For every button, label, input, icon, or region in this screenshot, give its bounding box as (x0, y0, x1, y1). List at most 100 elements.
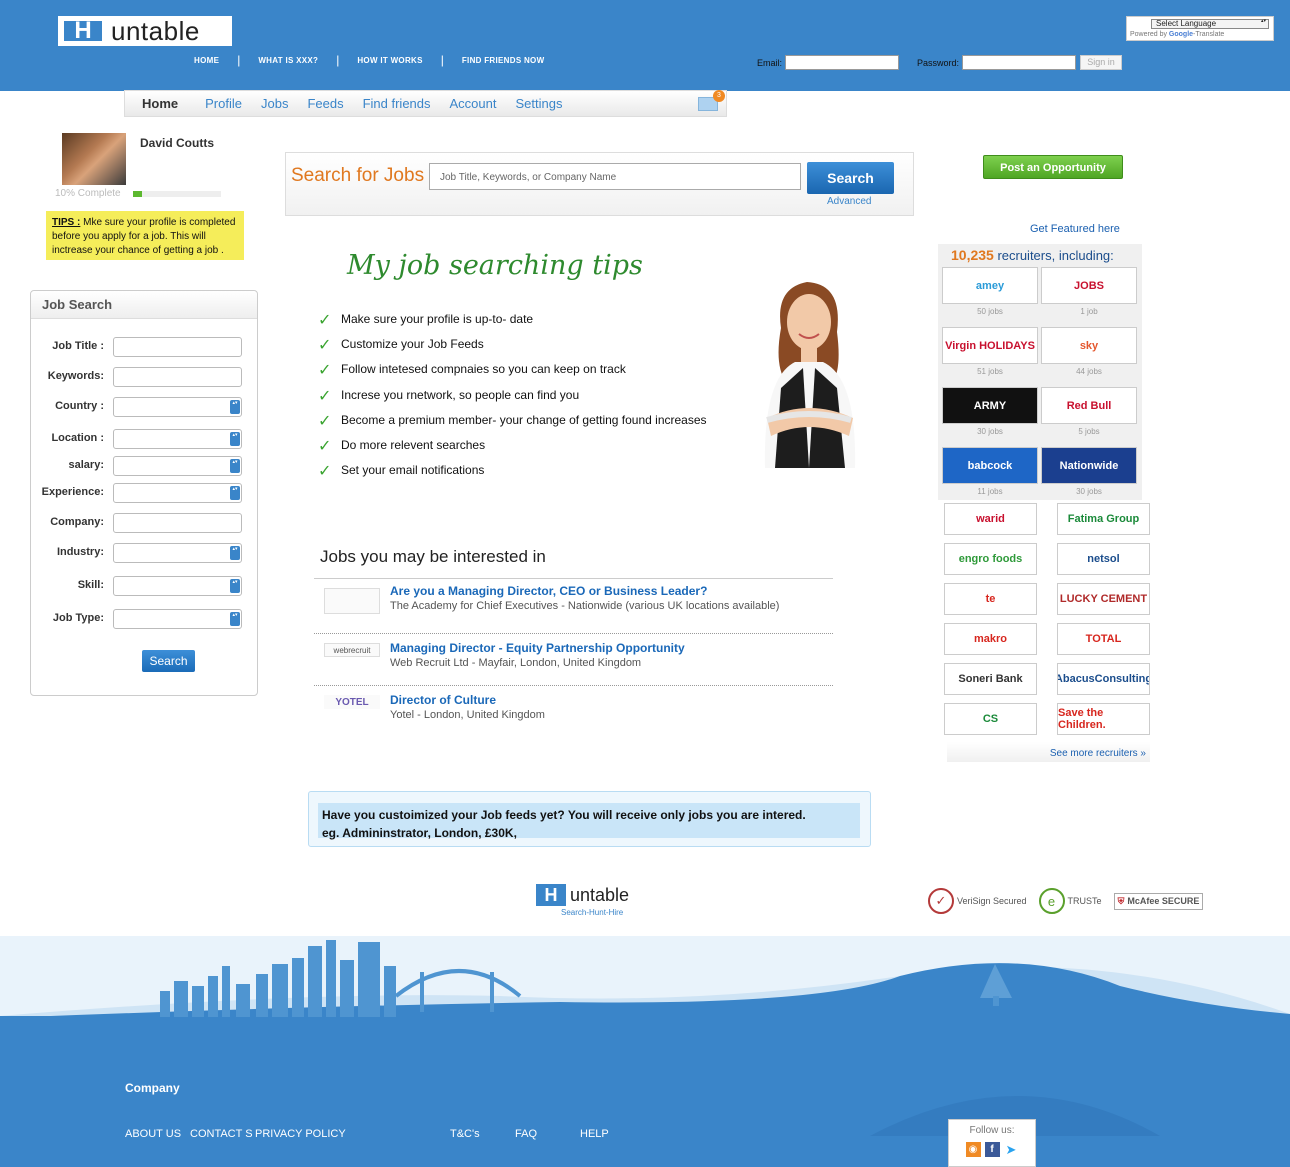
recruiter-tile[interactable]: JOBS (1041, 267, 1137, 304)
job-title-link[interactable]: Director of Culture (390, 693, 496, 707)
twitter-icon[interactable]: ➤ (1003, 1142, 1019, 1157)
recruiter-tile[interactable]: Virgin HOLIDAYS (942, 327, 1038, 364)
nav-home[interactable]: HOME (180, 56, 233, 65)
recruiter-jobs-count[interactable]: 30 jobs (942, 427, 1038, 436)
job-search-input[interactable] (113, 367, 242, 387)
job-search-input[interactable] (113, 337, 242, 357)
signin-button[interactable]: Sign in (1080, 55, 1123, 70)
tip-text: Become a premium member- your change of … (341, 412, 707, 427)
get-featured-link[interactable]: Get Featured here (1030, 223, 1120, 235)
footer-contact-link[interactable]: CONTACT S (190, 1128, 253, 1140)
job-search-select[interactable] (113, 456, 242, 476)
truste-seal[interactable]: e TRUSTe (1038, 888, 1102, 914)
tab-find-friends[interactable]: Find friends (363, 96, 431, 111)
mail-icon[interactable]: 3 (698, 90, 725, 111)
job-search-input[interactable] (113, 513, 242, 533)
mcafee-seal[interactable]: ⛨ McAfee SECURE (1113, 892, 1204, 910)
recruiter-logo[interactable]: netsol (1057, 543, 1150, 575)
recruiter-tile[interactable]: sky (1041, 327, 1137, 364)
recruiters-label: recruiters, including: (993, 248, 1114, 263)
footer-help-link[interactable]: HELP (580, 1128, 609, 1140)
job-item[interactable]: YOTEL Director of Culture Yotel - London… (314, 693, 833, 729)
nav-find-friends[interactable]: FIND FRIENDS NOW (448, 56, 559, 65)
post-opportunity-button[interactable]: Post an Opportunity (983, 155, 1123, 179)
job-search-button[interactable]: Search (142, 650, 195, 672)
job-search-select[interactable] (113, 429, 242, 449)
recruiter-logo[interactable]: Soneri Bank (944, 663, 1037, 695)
recruiter-tile[interactable]: Red Bull (1041, 387, 1137, 424)
verisign-seal[interactable]: ✓ VeriSign Secured (928, 888, 1027, 914)
recruiter-logo[interactable]: makro (944, 623, 1037, 655)
footer-faq-link[interactable]: FAQ (515, 1128, 537, 1140)
language-select[interactable]: Select Language (1151, 19, 1269, 29)
recruiter-jobs-count[interactable]: 5 jobs (1041, 427, 1137, 436)
job-search-select[interactable] (113, 483, 242, 503)
see-more-recruiters-link[interactable]: See more recruiters » (947, 742, 1150, 762)
check-icon: ✓ (928, 888, 954, 914)
job-logo: webrecruit (324, 643, 380, 657)
recruiter-logo[interactable]: warid (944, 503, 1037, 535)
checkmark-icon: ✓ (318, 337, 332, 355)
recruiter-tile[interactable]: amey (942, 267, 1038, 304)
recruiter-logo[interactable]: LUCKY CEMENT (1057, 583, 1150, 615)
job-logo (324, 588, 380, 614)
recruiter-jobs-count[interactable]: 51 jobs (942, 367, 1038, 376)
job-item[interactable]: webrecruit Managing Director - Equity Pa… (314, 641, 833, 686)
tab-home[interactable]: Home (142, 96, 178, 111)
recruiter-logo[interactable]: AbacusConsulting (1057, 663, 1150, 695)
recruiter-jobs-count[interactable]: 1 job (1041, 307, 1137, 316)
profile-complete-label: 10% Complete (55, 188, 121, 199)
footer-privacy-link[interactable]: PRIVACY POLICY (255, 1128, 346, 1140)
rss-icon[interactable]: ◉ (965, 1142, 981, 1157)
password-label: Password: (917, 57, 960, 68)
site-logo[interactable]: H untable (58, 16, 232, 46)
follow-us-box: Follow us: ◉ f ➤ (948, 1119, 1036, 1167)
recruiter-logo[interactable]: engro foods (944, 543, 1037, 575)
footer-logo[interactable]: H untable (536, 884, 629, 906)
facebook-icon[interactable]: f (984, 1142, 1000, 1157)
tab-feeds[interactable]: Feeds (307, 96, 343, 111)
job-search-field-label: Experience: (41, 486, 104, 498)
recruiter-logo[interactable]: te (944, 583, 1037, 615)
recruiter-logo[interactable]: TOTAL (1057, 623, 1150, 655)
job-search-select[interactable] (113, 576, 242, 596)
recruiter-logo[interactable]: CS (944, 703, 1037, 735)
recruiter-tile[interactable]: Nationwide (1041, 447, 1137, 484)
footer-tc-link[interactable]: T&C's (450, 1128, 480, 1140)
tip-item: ✓ Make sure your profile is up-to- date (318, 312, 707, 337)
job-title-link[interactable]: Managing Director - Equity Partnership O… (390, 641, 685, 655)
tab-settings[interactable]: Settings (516, 96, 563, 111)
recruiter-jobs-count[interactable]: 30 jobs (1041, 487, 1137, 496)
job-search-select[interactable] (113, 543, 242, 563)
job-search-select[interactable] (113, 397, 242, 417)
tab-jobs[interactable]: Jobs (261, 96, 288, 111)
job-item[interactable]: Are you a Managing Director, CEO or Busi… (314, 584, 833, 634)
search-button[interactable]: Search (807, 162, 894, 194)
search-input[interactable]: Job Title, Keywords, or Company Name (429, 163, 801, 190)
profile-name[interactable]: David Coutts (140, 136, 214, 150)
nav-what-is[interactable]: WHAT IS XXX? (244, 56, 332, 65)
tab-profile[interactable]: Profile (205, 96, 242, 111)
advanced-search-link[interactable]: Advanced (827, 196, 871, 207)
recruiter-jobs-count[interactable]: 44 jobs (1041, 367, 1137, 376)
recruiter-logo[interactable]: Save the Children. (1057, 703, 1150, 735)
job-title-link[interactable]: Are you a Managing Director, CEO or Busi… (390, 584, 707, 598)
footer-logo-word: untable (570, 884, 630, 905)
job-search-select[interactable] (113, 609, 242, 629)
avatar[interactable] (62, 133, 126, 185)
recruiter-logo[interactable]: Fatima Group (1057, 503, 1150, 535)
tab-account[interactable]: Account (450, 96, 497, 111)
nav-separator: | (440, 53, 444, 67)
footer-tagline: Search-Hunt-Hire (561, 908, 624, 917)
footer-about-link[interactable]: ABOUT US (125, 1128, 181, 1140)
recruiter-tile[interactable]: ARMY (942, 387, 1038, 424)
password-field[interactable] (962, 55, 1077, 70)
recruiter-jobs-count[interactable]: 50 jobs (942, 307, 1038, 316)
email-field[interactable] (785, 55, 900, 70)
tip-item: ✓ Become a premium member- your change of… (318, 413, 707, 438)
recruiter-tile[interactable]: babcock (942, 447, 1038, 484)
profile-tip: TIPS : Mke sure your profile is complete… (46, 211, 244, 260)
nav-how-it-works[interactable]: HOW IT WORKS (343, 56, 436, 65)
checkmark-icon: ✓ (318, 463, 332, 481)
recruiter-jobs-count[interactable]: 11 jobs (942, 487, 1038, 496)
